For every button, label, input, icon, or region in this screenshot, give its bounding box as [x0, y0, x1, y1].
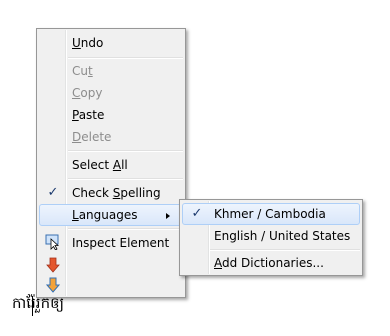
languages-menu-item[interactable]: Languages — [39, 204, 183, 226]
cut-label: Cut — [72, 64, 93, 78]
language-item-khmer[interactable]: ✓ Khmer / Cambodia — [182, 203, 360, 225]
submenu-arrow-icon — [166, 213, 170, 219]
menu-separator — [68, 57, 183, 59]
arrow-down-blue-icon — [45, 277, 61, 293]
menu-separator — [68, 178, 183, 180]
khmer-label: Khmer / Cambodia — [214, 207, 326, 221]
cut-menu-item[interactable]: Cut — [39, 60, 183, 82]
arrow-down-red-icon — [45, 257, 61, 273]
copy-label: Copy — [72, 86, 103, 100]
select-all-menu-item[interactable]: Select All — [39, 154, 183, 176]
delete-label: Delete — [72, 130, 112, 144]
checkmark-icon: ✓ — [47, 185, 59, 200]
add-dictionaries-label: Add Dictionaries... — [214, 256, 324, 270]
inspect-element-menu-item[interactable]: Inspect Element — [39, 232, 183, 254]
editor-text[interactable]: ការ៉ែរួកឲ្យ — [12, 294, 64, 316]
menu-separator — [210, 249, 360, 251]
inspect-cursor-icon — [45, 234, 61, 251]
context-menu: Undo Cut Copy Paste Delete Select All ✓ … — [36, 28, 186, 298]
languages-label: Languages — [72, 208, 138, 222]
copy-menu-item[interactable]: Copy — [39, 82, 183, 104]
inspect-element-label: Inspect Element — [72, 236, 170, 250]
delete-menu-item[interactable]: Delete — [39, 126, 183, 148]
add-dictionaries-item[interactable]: Add Dictionaries... — [182, 252, 360, 274]
paste-label: Paste — [72, 108, 105, 122]
select-all-label: Select All — [72, 158, 128, 172]
paste-menu-item[interactable]: Paste — [39, 104, 183, 126]
menu-separator — [68, 228, 183, 230]
check-spelling-menu-item[interactable]: ✓ Check Spelling — [39, 182, 183, 204]
languages-submenu: ✓ Khmer / Cambodia English / United Stat… — [179, 199, 363, 276]
undo-label: Undo — [72, 36, 104, 50]
english-label: English / United States — [214, 229, 351, 243]
text-caret — [32, 296, 33, 316]
undo-menu-item[interactable]: Undo — [39, 32, 183, 54]
menu-separator — [68, 150, 183, 152]
check-spelling-label: Check Spelling — [72, 186, 161, 200]
language-item-english[interactable]: English / United States — [182, 225, 360, 247]
checkmark-icon: ✓ — [191, 206, 203, 221]
